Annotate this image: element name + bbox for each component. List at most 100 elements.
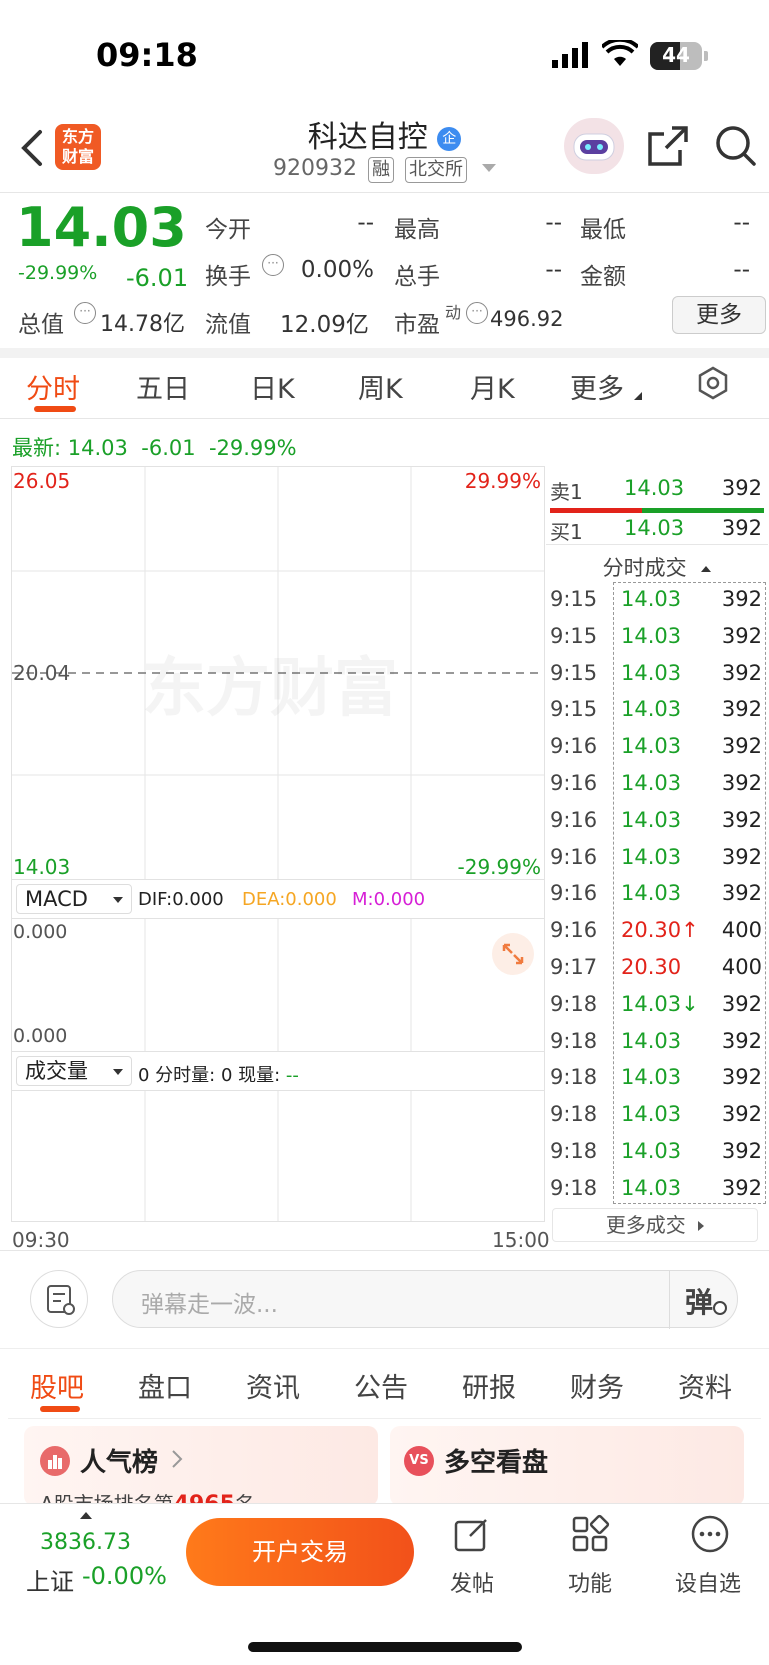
tab-daily-k[interactable]: 日K [250, 367, 295, 406]
home-indicator [248, 1642, 522, 1652]
total-value: 14.78亿 [100, 312, 185, 337]
tick-price: 14.03 [621, 587, 682, 611]
tab-research[interactable]: 研报 [462, 1366, 516, 1405]
tab-finance[interactable]: 财务 [570, 1366, 624, 1405]
tick-row: 9:18 14.03 392 [546, 1097, 768, 1133]
tick-row: 9:15 14.03 392 [546, 656, 768, 692]
danmu-input[interactable]: 弹幕走一波... 弹 [112, 1270, 738, 1329]
macd-selector[interactable]: MACD [16, 884, 132, 914]
tab-news[interactable]: 资讯 [246, 1366, 300, 1405]
macd-chart[interactable]: 0.000 0.000 [11, 918, 545, 1052]
volume-chart[interactable] [11, 1090, 545, 1222]
ranking-icon [40, 1446, 70, 1476]
post-label[interactable]: 发帖 [432, 1566, 512, 1598]
info-icon[interactable]: ··· [466, 302, 488, 324]
chart-bottom-divider [0, 1250, 769, 1251]
tick-price: 14.03 [621, 1139, 682, 1163]
stock-name: 科达自控 [307, 120, 428, 155]
volume-selector[interactable]: 成交量 [16, 1056, 132, 1086]
info-icon[interactable]: ··· [262, 254, 284, 276]
robot-avatar[interactable] [564, 118, 624, 174]
settings-icon[interactable] [696, 366, 730, 404]
search-icon[interactable] [714, 124, 758, 172]
open-value: -- [357, 210, 374, 236]
tick-qty: 392 [721, 734, 762, 759]
tick-time: 9:16 [550, 807, 598, 832]
change-amount: -6.01 [126, 264, 189, 292]
bull-bear-card[interactable]: VS 多空看盘 [390, 1426, 744, 1506]
pe-sup: 动 [445, 303, 462, 322]
wifi-icon [600, 37, 640, 72]
margin-tag: 融 [367, 157, 394, 183]
more-ticks-button[interactable]: 更多成交 [552, 1208, 758, 1242]
enterprise-badge: 企 [437, 127, 462, 151]
low-value: -- [733, 210, 750, 236]
function-label[interactable]: 功能 [550, 1566, 630, 1598]
volume-header: 成交量 0 分时量: 0 现量: -- [11, 1052, 545, 1090]
tick-time: 9:18 [550, 1139, 598, 1163]
bull-bear-title: 多空看盘 [444, 1448, 549, 1478]
latest-label: 最新: [12, 436, 62, 460]
tick-time: 9:16 [550, 771, 598, 795]
tick-time: 9:18 [550, 1102, 598, 1127]
amount-value: -- [733, 257, 750, 283]
tick-row: 9:18 14.03 392 [546, 1060, 768, 1096]
ticks-header[interactable]: 分时成交 [546, 552, 768, 582]
tab-five-day[interactable]: 五日 [136, 367, 190, 406]
notes-icon[interactable] [30, 1270, 88, 1328]
tick-time: 9:18 [550, 1028, 598, 1053]
price-chart[interactable]: 东方财富 26.05 29.99% 20.04 14.03 -29.99% [11, 466, 545, 880]
tick-time: 9:15 [550, 587, 598, 611]
danmu-toggle-button[interactable]: 弹 [685, 1281, 731, 1319]
tick-price: 20.30↑ [621, 918, 699, 943]
bottom-bar: 3836.73 上证 -0.00% 开户交易 发帖 功能 设自选 [0, 1503, 769, 1665]
open-label: 今开 [205, 217, 251, 243]
info-icon[interactable]: ··· [74, 302, 96, 324]
macd-header: MACD DIF:0.000 DEA:0.000 M:0.000 [11, 880, 545, 918]
index-change: -0.00% [82, 1562, 167, 1590]
more-button[interactable]: 更多 [672, 296, 766, 334]
share-icon[interactable] [646, 124, 690, 172]
more-options-icon[interactable] [690, 1514, 730, 1558]
tab-intraday[interactable]: 分时 [26, 367, 80, 406]
macd-y-bottom: 0.000 [13, 1025, 68, 1047]
tick-row: 9:16 20.30↑ 400 [546, 913, 768, 949]
popularity-card[interactable]: 人气榜 A股市场排名第4965名 [24, 1426, 378, 1506]
expand-icon[interactable] [492, 933, 534, 975]
tick-qty: 392 [721, 1028, 762, 1053]
post-icon[interactable] [452, 1514, 492, 1558]
tab-monthly-k[interactable]: 月K [470, 367, 515, 406]
tick-qty: 392 [721, 587, 762, 611]
high-label: 最高 [394, 217, 440, 243]
index-value[interactable]: 3836.73 [40, 1530, 131, 1555]
tick-row: 9:16 14.03 392 [546, 840, 768, 876]
caret-up-icon [80, 1512, 92, 1519]
tab-guba[interactable]: 股吧 [30, 1366, 84, 1405]
high-value: -- [545, 210, 562, 236]
volume-value: -- [545, 257, 562, 283]
section-gap [0, 348, 769, 358]
tab-profile[interactable]: 资料 [678, 1366, 732, 1405]
macd-dif: DIF:0.000 [138, 889, 224, 910]
macd-dea: DEA:0.000 [242, 889, 337, 910]
tick-price: 14.03 [621, 807, 682, 832]
tick-price: 20.30 [621, 955, 682, 979]
function-icon[interactable] [570, 1514, 610, 1558]
open-account-trade-button[interactable]: 开户交易 [186, 1518, 414, 1586]
tick-row: 9:15 14.03 392 [546, 619, 768, 655]
tick-row: 9:16 14.03 392 [546, 876, 768, 912]
tick-time: 9:16 [550, 881, 598, 906]
amount-label: 金额 [580, 264, 626, 290]
tick-qty: 392 [721, 807, 762, 832]
latest-price: 14.03 [67, 436, 128, 460]
macd-y-top: 0.000 [13, 921, 68, 943]
tab-weekly-k[interactable]: 周K [358, 367, 403, 406]
sell1-qty: 392 [721, 476, 762, 500]
tab-announcements[interactable]: 公告 [354, 1366, 408, 1405]
tab-more[interactable]: 更多 [570, 367, 624, 406]
buy1-qty: 392 [721, 516, 762, 540]
tab-pankou[interactable]: 盘口 [138, 1366, 192, 1405]
add-watchlist-label[interactable]: 设自选 [668, 1566, 748, 1598]
arrow-up-icon: ↑ [681, 918, 699, 943]
latest-change: -6.01 [141, 436, 196, 460]
